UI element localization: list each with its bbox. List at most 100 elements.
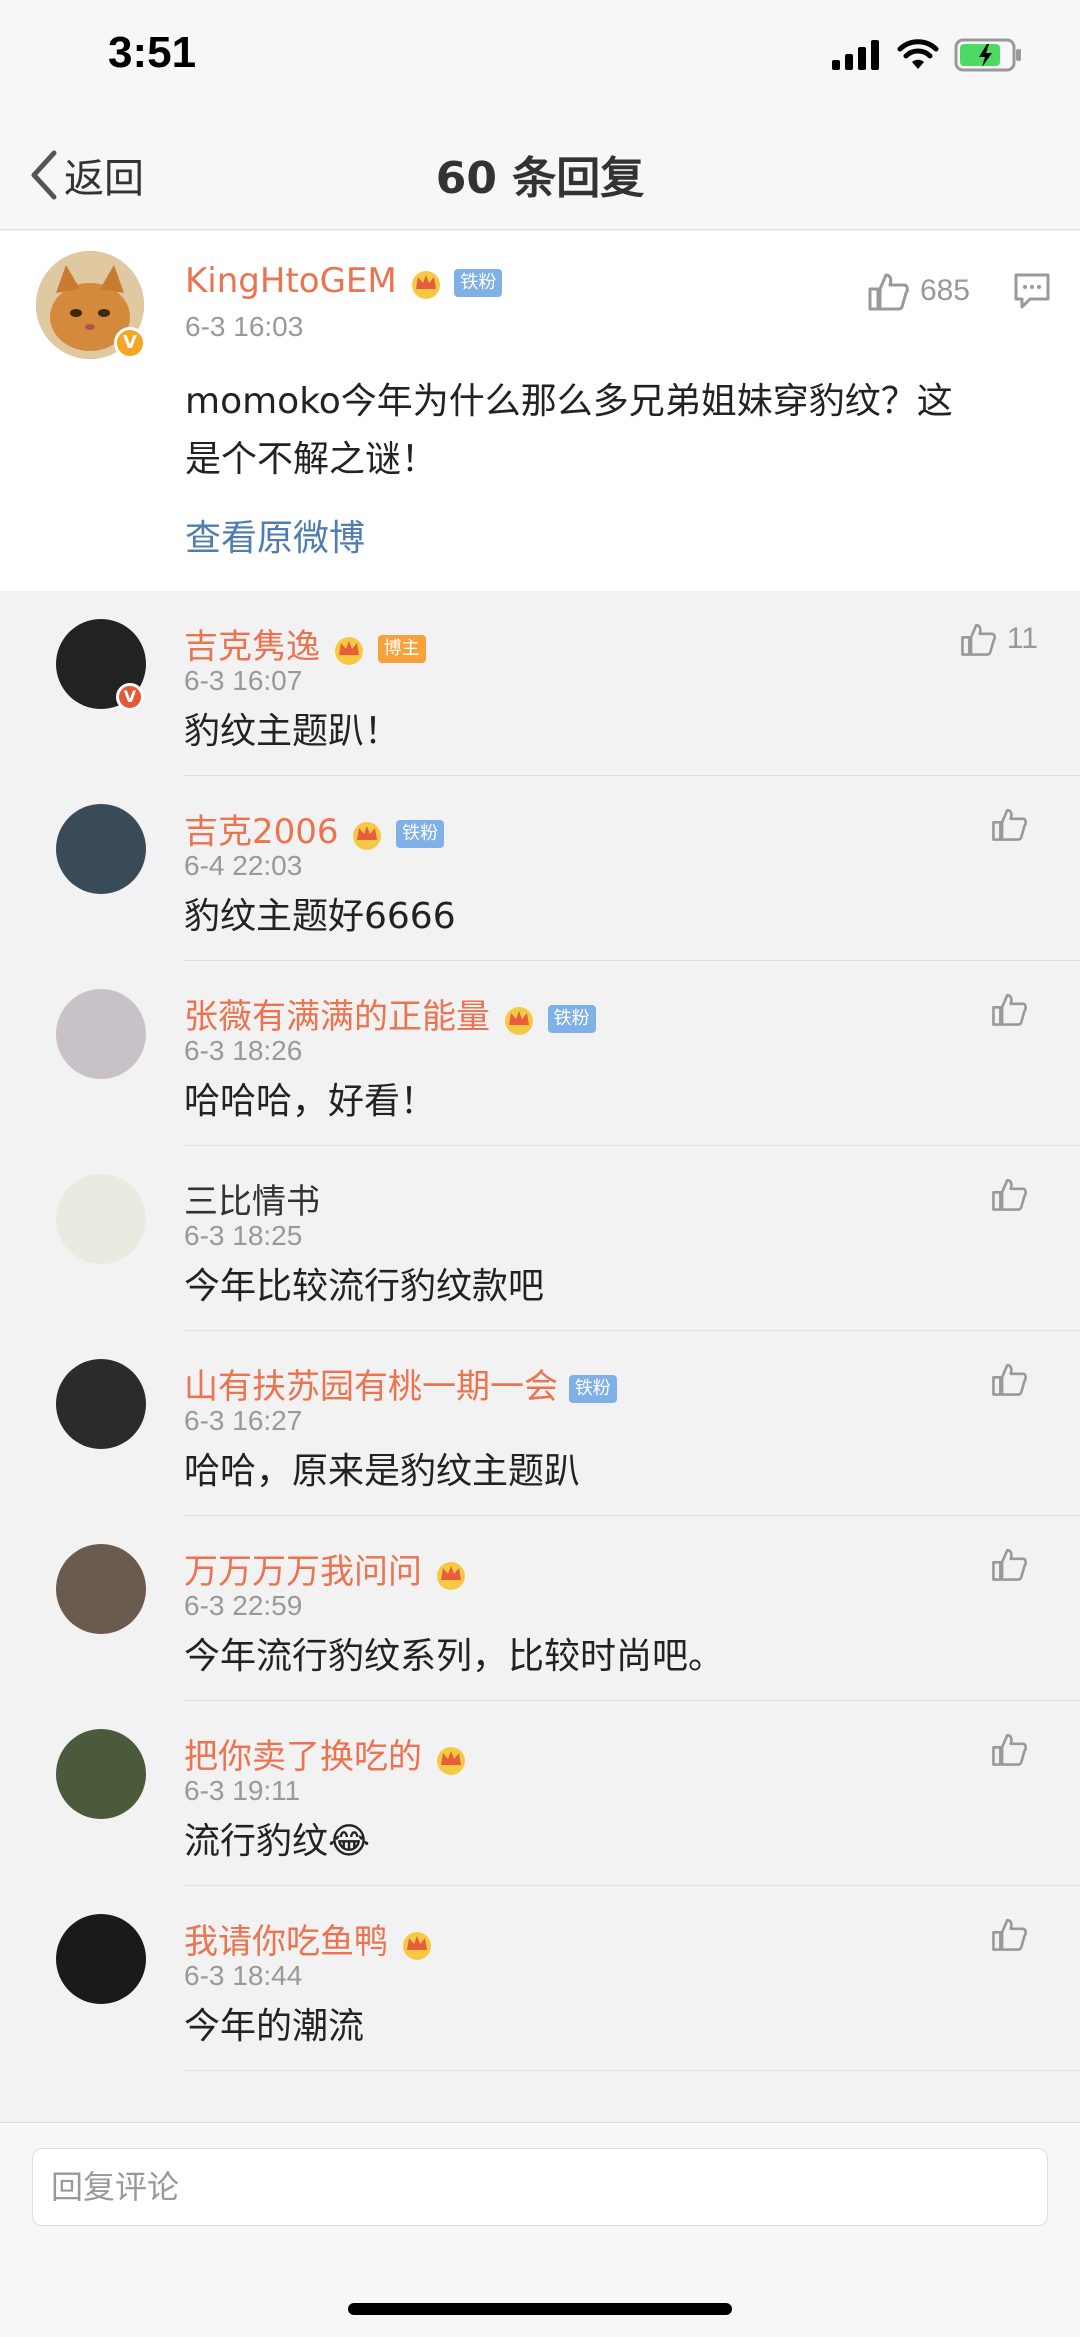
crown-icon bbox=[436, 1746, 465, 1775]
post-username-row: KingHtoGEM 铁粉 bbox=[185, 261, 503, 301]
reply-item[interactable]: 山有扶苏园有桃一期一会 铁粉 6-3 16:27 哈哈，原来是豹纹主题趴 bbox=[0, 1331, 1080, 1516]
reply-content: 今年的潮流 bbox=[184, 2006, 365, 2047]
reply-time: 6-3 16:27 bbox=[184, 1405, 303, 1436]
reply-like-button[interactable] bbox=[990, 1731, 1038, 1767]
reply-item[interactable]: 我请你吃鱼鸭 6-3 18:44 今年的潮流 bbox=[0, 1886, 1080, 2071]
crown-icon bbox=[411, 270, 440, 299]
crown-icon bbox=[353, 821, 382, 850]
avatar[interactable] bbox=[56, 989, 146, 1079]
reply-input[interactable]: 回复评论 bbox=[32, 2148, 1048, 2226]
avatar[interactable] bbox=[56, 804, 146, 894]
crown-icon bbox=[402, 1931, 431, 1960]
divider bbox=[184, 2070, 1080, 2071]
reply-content: 豹纹主题好6666 bbox=[184, 896, 456, 937]
reply-username-row: 三比情书 bbox=[184, 1174, 320, 1223]
reply-time: 6-3 19:11 bbox=[184, 1775, 301, 1806]
crown-icon bbox=[436, 1561, 465, 1590]
fan-tag: 铁粉 bbox=[568, 1374, 617, 1403]
reply-item[interactable]: 张薇有满满的正能量 铁粉 6-3 18:26 哈哈哈，好看！ bbox=[0, 961, 1080, 1146]
reply-username[interactable]: 山有扶苏园有桃一期一会 bbox=[184, 1367, 558, 1407]
reply-item[interactable]: V 吉克隽逸 博主 6-3 16:07 豹纹主题趴！ 11 bbox=[0, 591, 1080, 776]
reply-username-row: 山有扶苏园有桃一期一会 铁粉 bbox=[184, 1359, 617, 1408]
post-content-line: momoko今年为什么那么多兄弟姐妹穿豹纹？这 bbox=[185, 381, 953, 422]
reply-like-button[interactable] bbox=[990, 991, 1038, 1027]
avatar[interactable] bbox=[56, 1174, 146, 1264]
reply-username-row: 我请你吃鱼鸭 bbox=[184, 1914, 435, 1963]
crown-icon bbox=[504, 1006, 533, 1035]
reply-username[interactable]: 万万万万我问问 bbox=[184, 1552, 422, 1592]
reply-content: 流行豹纹😂 bbox=[184, 1821, 371, 1862]
thumbs-up-icon bbox=[992, 1363, 1027, 1396]
status-time: 3:51 bbox=[108, 28, 197, 77]
reply-username-row: 万万万万我问问 bbox=[184, 1544, 469, 1593]
avatar[interactable] bbox=[56, 1914, 146, 2004]
reply-item[interactable]: 三比情书 6-3 18:25 今年比较流行豹纹款吧 bbox=[0, 1146, 1080, 1331]
signal-icon bbox=[832, 40, 879, 70]
thumbs-up-icon bbox=[961, 623, 996, 656]
thumbs-up-icon bbox=[992, 1733, 1027, 1766]
reply-like-button[interactable] bbox=[990, 1916, 1038, 1952]
reply-like-button[interactable] bbox=[990, 806, 1038, 842]
fan-tag: 铁粉 bbox=[454, 268, 503, 297]
reply-username[interactable]: 把你卖了换吃的 bbox=[184, 1737, 422, 1777]
reply-like-button[interactable] bbox=[990, 1176, 1038, 1212]
status-bar: 3:51 bbox=[0, 0, 1080, 110]
thumbs-up-icon bbox=[992, 1548, 1027, 1581]
avatar[interactable] bbox=[56, 1729, 146, 1819]
thumbs-up-icon bbox=[992, 1178, 1027, 1211]
crown-icon bbox=[334, 636, 363, 665]
verified-badge-icon: V bbox=[116, 683, 144, 711]
reply-username[interactable]: 三比情书 bbox=[184, 1182, 320, 1222]
reply-username-row: 吉克隽逸 博主 bbox=[184, 619, 426, 668]
thumbs-up-icon bbox=[992, 1918, 1027, 1951]
reply-time: 6-3 16:07 bbox=[184, 665, 303, 696]
thumbs-up-icon bbox=[992, 808, 1027, 841]
battery-icon bbox=[954, 38, 1021, 72]
status-icons bbox=[832, 38, 1024, 72]
post-like-count: 685 bbox=[919, 274, 970, 307]
avatar[interactable] bbox=[56, 1359, 146, 1449]
reply-username[interactable]: 张薇有满满的正能量 bbox=[184, 997, 490, 1037]
verified-badge-icon: V bbox=[114, 327, 146, 359]
reply-time: 6-3 18:25 bbox=[184, 1220, 303, 1251]
reply-username[interactable]: 我请你吃鱼鸭 bbox=[184, 1922, 388, 1962]
fan-tag: 铁粉 bbox=[547, 1004, 596, 1033]
home-indicator[interactable] bbox=[348, 2303, 732, 2315]
bottom-bar: 回复评论 bbox=[0, 2122, 1080, 2337]
comment-icon bbox=[1014, 273, 1050, 309]
reply-item[interactable]: 万万万万我问问 6-3 22:59 今年流行豹纹系列，比较时尚吧。 bbox=[0, 1516, 1080, 1701]
post-time: 6-3 16:03 bbox=[185, 311, 304, 342]
reply-content: 哈哈哈，好看！ bbox=[184, 1081, 437, 1122]
fan-tag: 铁粉 bbox=[396, 819, 445, 848]
reply-time: 6-3 22:59 bbox=[184, 1590, 303, 1621]
reply-content: 今年比较流行豹纹款吧 bbox=[184, 1266, 545, 1307]
post-content: momoko今年为什么那么多兄弟姐妹穿豹纹？这 是个不解之谜！ bbox=[185, 373, 1045, 489]
reply-username-row: 吉克2006 铁粉 bbox=[184, 804, 445, 853]
post-username[interactable]: KingHtoGEM bbox=[185, 261, 397, 301]
reply-content: 今年流行豹纹系列，比较时尚吧。 bbox=[184, 1636, 725, 1677]
reply-time: 6-3 18:44 bbox=[184, 1960, 303, 1991]
comment-button[interactable] bbox=[1012, 271, 1052, 315]
reply-like-count: 11 bbox=[1006, 622, 1038, 655]
page-title: 60 条回复 bbox=[435, 153, 645, 204]
nav-bar: 返回 60 条回复 bbox=[0, 110, 1080, 230]
reply-username[interactable]: 吉克隽逸 bbox=[184, 627, 320, 667]
reply-like-button[interactable] bbox=[990, 1361, 1038, 1397]
reply-time: 6-4 22:03 bbox=[184, 850, 303, 881]
post-content-line: 是个不解之谜！ bbox=[185, 439, 438, 480]
reply-item[interactable]: 把你卖了换吃的 6-3 19:11 流行豹纹😂 bbox=[0, 1701, 1080, 1886]
reply-like-button[interactable] bbox=[990, 1546, 1038, 1582]
post-like-button[interactable]: 685 bbox=[866, 271, 970, 311]
reply-content: 豹纹主题趴！ bbox=[184, 711, 401, 752]
reply-like-button[interactable]: 11 bbox=[959, 621, 1038, 657]
reply-username-row: 把你卖了换吃的 bbox=[184, 1729, 469, 1778]
avatar[interactable] bbox=[56, 1544, 146, 1634]
reply-time: 6-3 18:26 bbox=[184, 1035, 303, 1066]
reply-content: 哈哈，原来是豹纹主题趴 bbox=[184, 1451, 581, 1492]
reply-username-row: 张薇有满满的正能量 铁粉 bbox=[184, 989, 596, 1038]
thumbs-up-icon bbox=[868, 273, 909, 311]
reply-item[interactable]: 吉克2006 铁粉 6-4 22:03 豹纹主题好6666 bbox=[0, 776, 1080, 961]
main-post: V KingHtoGEM 铁粉 6-3 16:03 685 momoko今年为什… bbox=[0, 231, 1080, 591]
view-original-link[interactable]: 查看原微博 bbox=[185, 509, 365, 561]
reply-username[interactable]: 吉克2006 bbox=[184, 812, 339, 852]
